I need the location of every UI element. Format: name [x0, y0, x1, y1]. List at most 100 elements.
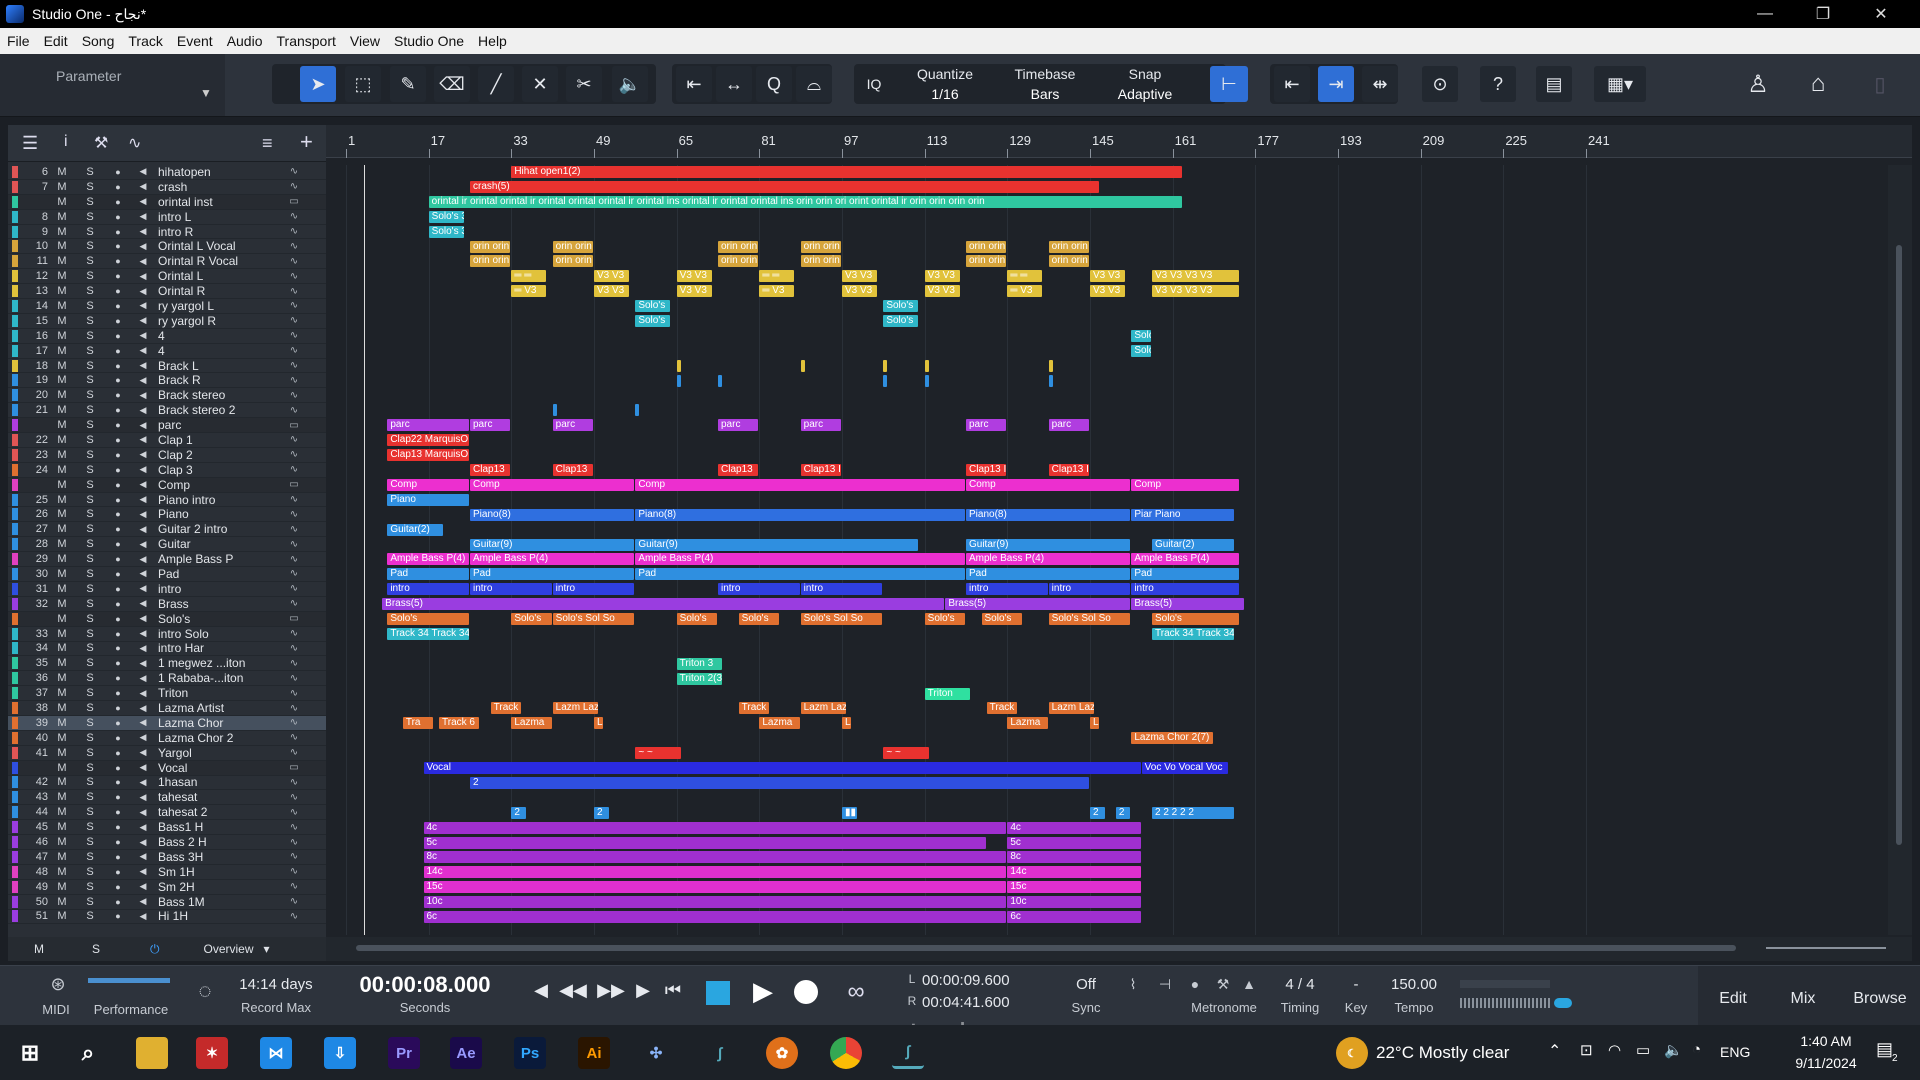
focus-icon[interactable]: ⊙ — [1422, 66, 1458, 102]
track-name[interactable]: Orintal R Vocal — [154, 254, 284, 268]
minimize-button[interactable]: — — [1736, 0, 1794, 28]
record-enable-icon[interactable]: ● — [104, 643, 132, 653]
track-row[interactable]: 18 M S ● ◀ Brack L ∿ — [8, 359, 326, 374]
track-solo-button[interactable]: S — [76, 791, 104, 803]
clip[interactable]: V3 V3 — [676, 285, 712, 298]
vertical-scroll-thumb[interactable] — [1896, 245, 1902, 845]
clip[interactable]: Pad — [635, 568, 965, 581]
track-name[interactable]: orintal inst — [154, 195, 284, 209]
folder-track-row[interactable]: M S ● ◀ Solo's ▭ — [8, 612, 326, 627]
clip[interactable]: Solc — [1131, 329, 1151, 342]
track-row[interactable]: 15 M S ● ◀ ry yargol R ∿ — [8, 314, 326, 329]
track-solo-button[interactable]: S — [76, 419, 104, 431]
track-row[interactable]: 31 M S ● ◀ intro ∿ — [8, 582, 326, 597]
clip[interactable]: Piano(8) — [635, 508, 965, 521]
clip[interactable]: 2 — [511, 806, 526, 819]
record-enable-icon[interactable]: ● — [104, 792, 132, 802]
clip[interactable] — [676, 359, 681, 372]
track-solo-button[interactable]: S — [76, 553, 104, 565]
clip[interactable]: 6c — [1007, 911, 1141, 923]
record-enable-icon[interactable]: ● — [104, 241, 132, 251]
horizontal-scrollbar[interactable] — [326, 937, 1912, 961]
track-mute-button[interactable]: M — [48, 717, 76, 729]
global-mute-button[interactable]: M — [34, 942, 44, 956]
monitor-icon[interactable]: ◀ — [132, 420, 154, 431]
track-row[interactable]: 24 M S ● ◀ Clap 3 ∿ — [8, 463, 326, 478]
autoscroll-icon[interactable]: ⇥ — [1318, 66, 1354, 102]
clip[interactable]: V3 V3 — [594, 285, 630, 298]
track-row[interactable]: 20 M S ● ◀ Brack stereo ∿ — [8, 388, 326, 404]
arrow-tool-icon[interactable]: ➤ — [300, 66, 336, 102]
track-solo-button[interactable]: S — [76, 762, 104, 774]
track-solo-button[interactable]: S — [76, 255, 104, 267]
monitor-icon[interactable]: ◀ — [132, 762, 154, 773]
track-mute-button[interactable]: M — [48, 315, 76, 327]
track-row[interactable]: 28 M S ● ◀ Guitar ∿ — [8, 537, 326, 553]
track-mute-button[interactable]: M — [48, 806, 76, 818]
track-row[interactable]: 41 M S ● ◀ Yargol ∿ — [8, 746, 326, 761]
add-track-icon[interactable]: + — [300, 129, 313, 155]
record-enable-icon[interactable]: ● — [104, 256, 132, 266]
track-solo-button[interactable]: S — [76, 181, 104, 193]
monitor-icon[interactable]: ◀ — [132, 196, 154, 207]
notification-icon[interactable]: ▤ — [1876, 1039, 1893, 1060]
clock-time[interactable]: 1:40 AM — [1786, 1033, 1866, 1049]
monitor-icon[interactable]: ◀ — [132, 673, 154, 684]
clip[interactable]: Track 34 Track 34 — [1152, 627, 1234, 640]
clip[interactable]: Lazm Laz — [800, 702, 847, 715]
folder-track-row[interactable]: M S ● ◀ Vocal ▭ — [8, 761, 326, 776]
clip[interactable]: Track 6 — [439, 717, 480, 730]
menu-help[interactable]: Help — [471, 33, 514, 49]
track-name[interactable]: Brack R — [154, 373, 284, 387]
vscode-icon[interactable]: ⋈ — [260, 1037, 292, 1069]
track-mute-button[interactable]: M — [48, 821, 76, 833]
track-name[interactable]: tahesat — [154, 790, 284, 804]
track-row[interactable]: 34 M S ● ◀ intro Har ∿ — [8, 641, 326, 657]
clip[interactable]: intro — [1131, 583, 1239, 596]
clip[interactable] — [800, 359, 805, 372]
clip[interactable]: V3 V3 V3 V3 — [1152, 285, 1239, 298]
track-name[interactable]: Vocal — [154, 761, 284, 775]
clip[interactable]: 14c — [423, 866, 1007, 879]
track-mute-button[interactable]: M — [48, 181, 76, 193]
clip[interactable] — [1048, 359, 1053, 372]
track-mute-button[interactable]: M — [48, 330, 76, 342]
premiere-icon[interactable]: Pr — [388, 1037, 420, 1069]
track-mute-button[interactable]: M — [48, 270, 76, 282]
track-row[interactable]: 39 M S ● ◀ Lazma Chor ∿ — [8, 716, 326, 731]
monitor-icon[interactable]: ◀ — [132, 866, 154, 877]
monitor-icon[interactable]: ◀ — [132, 271, 154, 282]
record-enable-icon[interactable]: ● — [104, 807, 132, 817]
edit-view-button[interactable]: Edit — [1704, 990, 1762, 1008]
monitor-icon[interactable]: ◀ — [132, 479, 154, 490]
track-mute-button[interactable]: M — [48, 762, 76, 774]
clip[interactable]: La — [842, 717, 852, 730]
record-enable-icon[interactable]: ● — [104, 227, 132, 237]
clip[interactable]: Triton 3 — [676, 657, 723, 670]
clip[interactable]: Triton 2(3 — [676, 672, 723, 685]
track-solo-button[interactable]: S — [76, 717, 104, 729]
monitor-icon[interactable]: ◀ — [132, 717, 154, 728]
track-name[interactable]: ry yargol R — [154, 314, 284, 328]
studio-one-task-icon[interactable]: ∫ — [704, 1037, 736, 1069]
clip[interactable]: Clap13 — [470, 464, 511, 476]
track-row[interactable]: 17 M S ● ◀ 4 ∿ — [8, 344, 326, 359]
clip[interactable]: Track 34 Track 34 — [387, 627, 469, 640]
monitor-icon[interactable]: ◀ — [132, 434, 154, 445]
track-name[interactable]: Triton — [154, 686, 284, 700]
record-enable-icon[interactable]: ● — [104, 599, 132, 609]
clip[interactable]: Solo's Sol So — [1048, 613, 1131, 625]
record-enable-icon[interactable]: ● — [104, 465, 132, 475]
clip[interactable]: intro — [470, 583, 552, 596]
record-enable-icon[interactable]: ● — [104, 197, 132, 207]
monitor-icon[interactable]: ◀ — [132, 703, 154, 714]
loop-start[interactable]: 00:00:09.600 — [922, 972, 1022, 989]
clip[interactable]: 6c — [423, 911, 1007, 923]
clip[interactable]: 4c — [423, 821, 1007, 834]
track-solo-button[interactable]: S — [76, 538, 104, 550]
clip[interactable]: Comp — [387, 478, 469, 491]
track-solo-button[interactable]: S — [76, 300, 104, 312]
clip[interactable]: V3 V3 — [842, 270, 878, 283]
track-solo-button[interactable]: S — [76, 523, 104, 535]
track-mute-button[interactable]: M — [48, 434, 76, 446]
